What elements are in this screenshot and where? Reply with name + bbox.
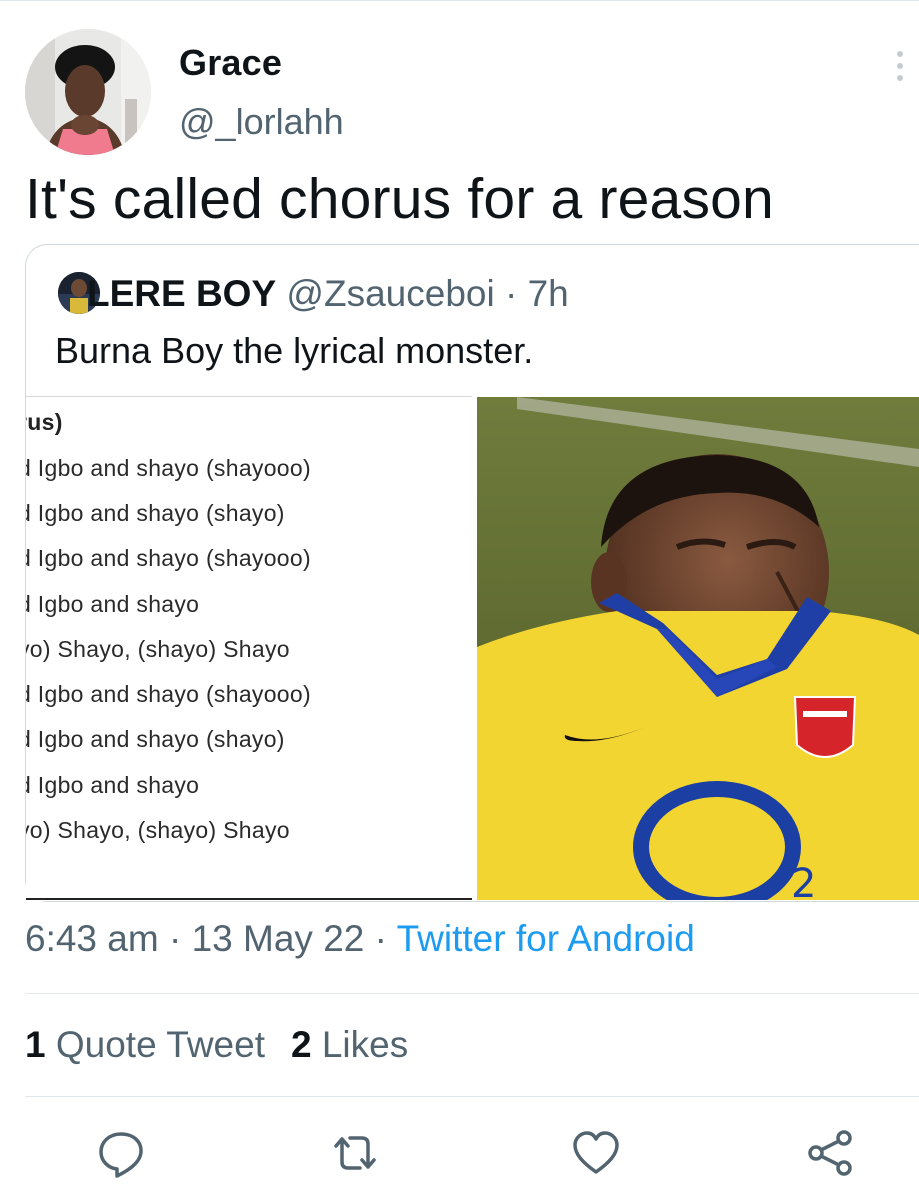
lyric-line: d Igbo and shayo <box>26 772 200 798</box>
quoted-author-handle[interactable]: @Zsauceboi <box>286 273 494 314</box>
like-count: 2 <box>290 1024 312 1065</box>
tweet-meta: 6:43 am · 13 May 22 · Twitter for Androi… <box>25 918 695 960</box>
likes-stat[interactable]: 2 Likes <box>291 1024 408 1065</box>
quoted-tweet-header: LERE BOY @Zsauceboi · 7h <box>87 273 569 315</box>
quoted-tweet-age: 7h <box>527 273 569 314</box>
lyric-line: yo) Shayo, (shayo) Shayo <box>26 636 290 662</box>
more-options-icon[interactable] <box>890 46 910 86</box>
author-avatar[interactable] <box>25 29 151 155</box>
top-border <box>0 0 919 1</box>
footballer-photo[interactable]: 2 <box>477 397 919 900</box>
quote-count: 1 <box>25 1024 46 1065</box>
lyric-line: d Igbo and shayo (shayo) <box>26 726 285 752</box>
author-handle[interactable]: @_lorlahh <box>179 101 344 143</box>
lyrics-image-border <box>26 898 472 900</box>
quote-tweets-stat[interactable]: 1 Quote Tweet <box>25 1024 265 1065</box>
lyric-line: d Igbo and shayo (shayooo) <box>26 681 311 707</box>
likes-label: Likes <box>321 1024 409 1065</box>
tweet-text: It's called chorus for a reason <box>25 167 774 231</box>
lyric-line: d Igbo and shayo (shayooo) <box>26 545 311 571</box>
separator-dot: · <box>374 918 387 959</box>
svg-text:2: 2 <box>791 861 816 900</box>
tweet-source-link[interactable]: Twitter for Android <box>397 918 695 959</box>
like-icon[interactable] <box>571 1128 621 1178</box>
divider <box>25 1096 919 1097</box>
lyric-line: yo) Shayo, (shayo) Shayo <box>26 817 290 843</box>
quoted-tweet-text: Burna Boy the lyrical monster. <box>55 330 534 371</box>
lyric-line: d Igbo and shayo <box>26 591 200 617</box>
separator-dot: · <box>504 273 518 314</box>
lyric-line: rus) <box>26 409 63 435</box>
author-name[interactable]: Grace <box>179 42 282 84</box>
share-icon[interactable] <box>806 1128 856 1178</box>
quote-label: Quote Tweet <box>55 1024 265 1065</box>
quoted-author-name[interactable]: LERE BOY <box>87 273 276 314</box>
tweet-stats: 1 Quote Tweet 2 Likes <box>25 1024 408 1066</box>
separator-dot: · <box>168 918 182 959</box>
lyric-line: d Igbo and shayo (shayooo) <box>26 455 311 481</box>
retweet-icon[interactable] <box>330 1128 380 1178</box>
divider <box>25 993 919 994</box>
lyric-line: d Igbo and shayo (shayo) <box>26 500 285 526</box>
lyrics-image[interactable]: rus) d Igbo and shayo (shayooo) d Igbo a… <box>26 396 472 901</box>
tweet-date: 13 May 22 <box>191 918 365 959</box>
reply-icon[interactable] <box>96 1128 146 1178</box>
tweet-time: 6:43 am <box>25 918 159 959</box>
